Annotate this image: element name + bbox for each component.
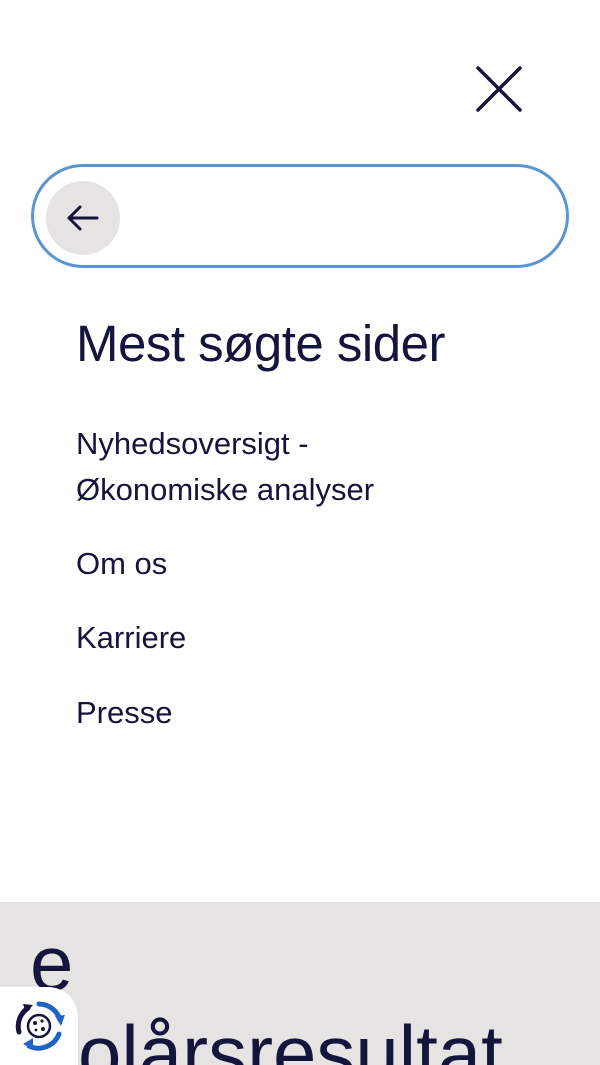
close-button[interactable] [466,56,532,122]
back-button[interactable] [46,181,120,255]
close-icon [476,66,522,112]
cookie-settings-icon [15,1001,65,1051]
link-nyhedsoversigt[interactable]: Nyhedsoversigt - Økonomiske analyser [76,421,556,513]
popular-pages-heading: Mest søgte sider [76,315,445,372]
link-karriere[interactable]: Karriere [76,615,556,661]
search-box [31,164,569,268]
arrow-left-icon [67,205,99,231]
link-presse[interactable]: Presse [76,690,556,736]
search-input[interactable] [134,181,548,257]
link-om-os[interactable]: Om os [76,541,556,587]
background-headline: olårsresultat [78,1009,503,1065]
cookie-settings-button[interactable] [0,987,78,1065]
background-page-content: e olårsresultat [0,902,600,1065]
